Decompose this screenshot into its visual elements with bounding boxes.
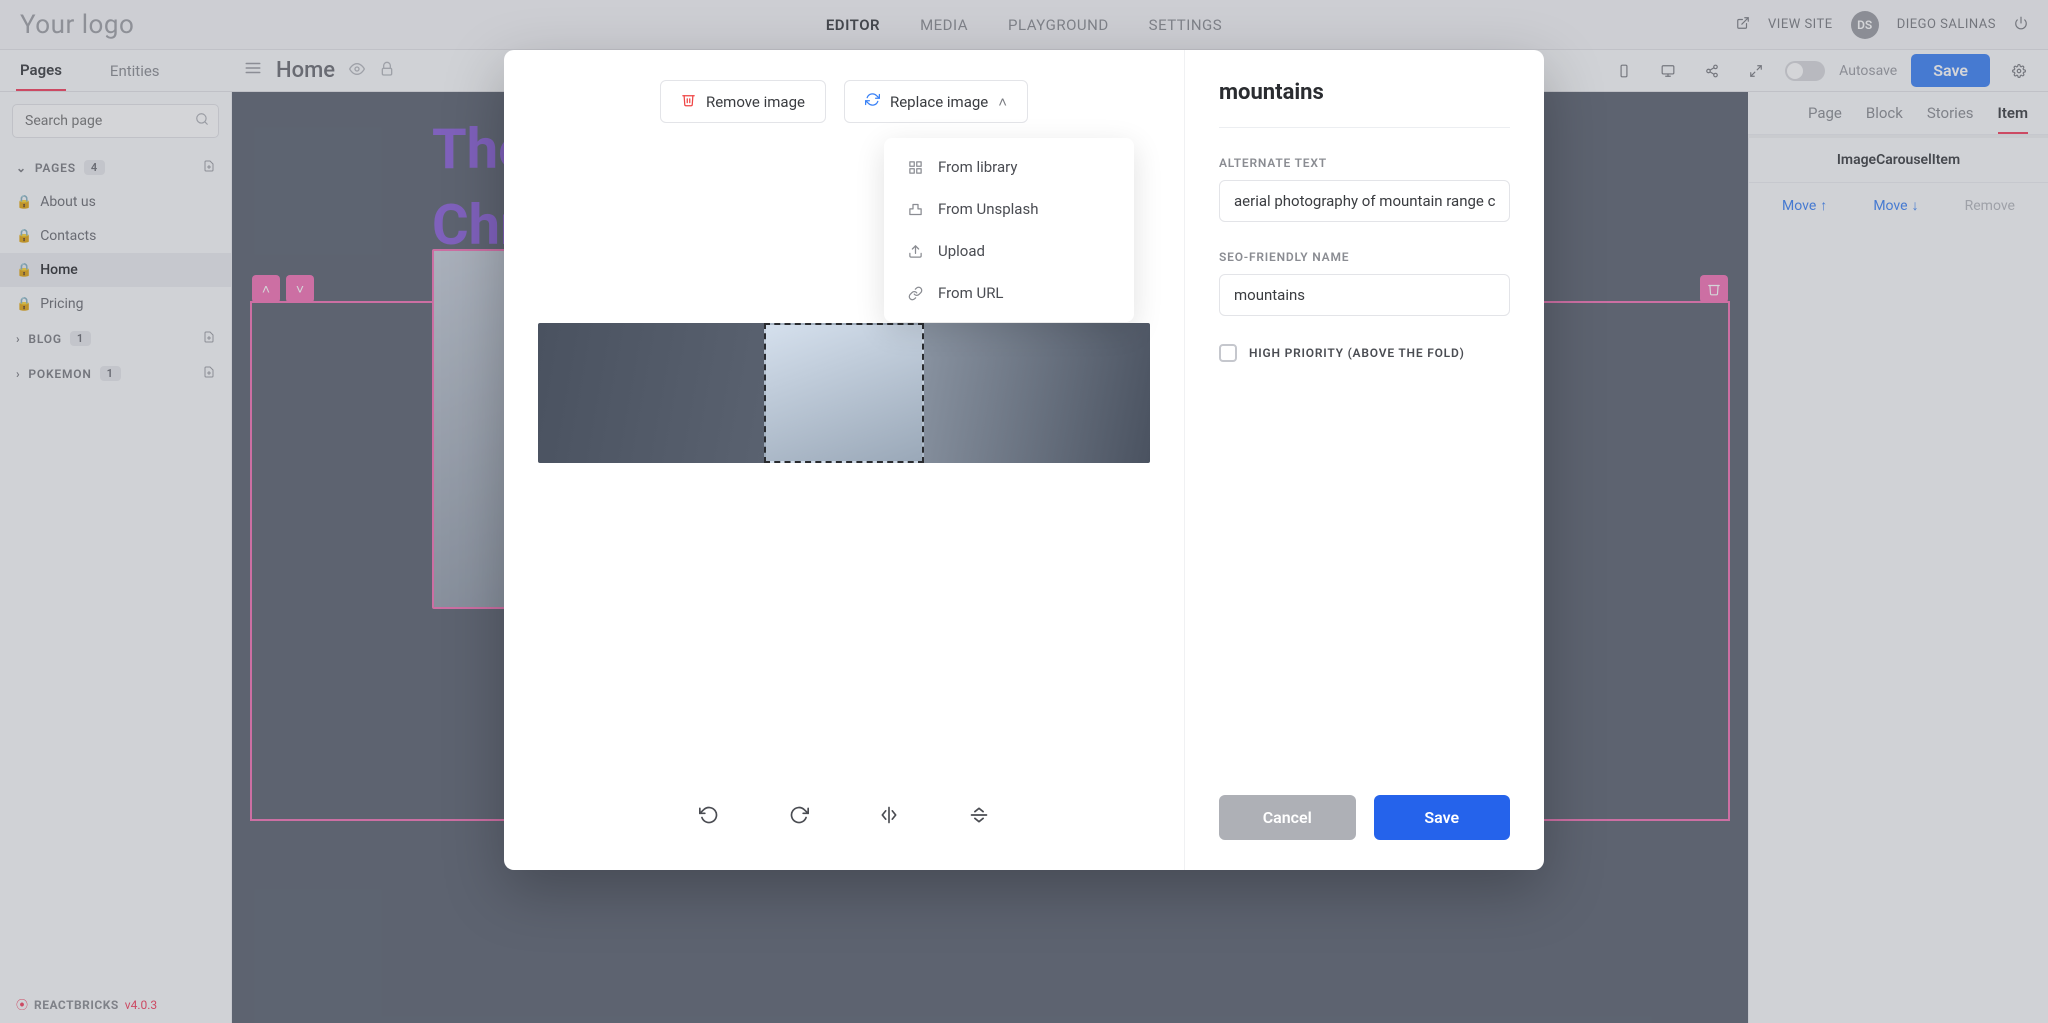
- seo-name-label: SEO-FRIENDLY NAME: [1219, 250, 1510, 264]
- remove-image-button[interactable]: Remove image: [660, 80, 826, 123]
- modal-footer: Cancel Save: [1219, 795, 1510, 840]
- image-edit-modal: Remove image Replace image ˄ From librar…: [504, 50, 1544, 870]
- dropdown-label: From library: [938, 158, 1017, 176]
- link-icon: [906, 284, 924, 302]
- replace-image-button[interactable]: Replace image ˄: [844, 80, 1028, 123]
- priority-checkbox-row[interactable]: HIGH PRIORITY (ABOVE THE FOLD): [1219, 344, 1510, 362]
- image-action-buttons: Remove image Replace image ˄: [538, 80, 1150, 123]
- unsplash-icon: [906, 200, 924, 218]
- alt-text-label: ALTERNATE TEXT: [1219, 156, 1510, 170]
- image-title: mountains: [1219, 80, 1510, 128]
- cancel-button[interactable]: Cancel: [1219, 795, 1356, 840]
- dropdown-upload[interactable]: Upload: [884, 230, 1134, 272]
- image-tools: [538, 795, 1150, 840]
- button-label: Replace image: [890, 93, 988, 111]
- modal-save-button[interactable]: Save: [1374, 795, 1511, 840]
- undo-icon[interactable]: [699, 805, 719, 830]
- dropdown-label: From Unsplash: [938, 200, 1038, 218]
- flip-horizontal-icon[interactable]: [879, 805, 899, 830]
- dropdown-from-url[interactable]: From URL: [884, 272, 1134, 314]
- flip-vertical-icon[interactable]: [969, 805, 989, 830]
- priority-label: HIGH PRIORITY (ABOVE THE FOLD): [1249, 346, 1465, 360]
- alt-text-input[interactable]: [1219, 180, 1510, 222]
- redo-icon[interactable]: [789, 805, 809, 830]
- modal-right-panel: mountains ALTERNATE TEXT SEO-FRIENDLY NA…: [1184, 50, 1544, 870]
- modal-left-panel: Remove image Replace image ˄ From librar…: [504, 50, 1184, 870]
- dropdown-from-unsplash[interactable]: From Unsplash: [884, 188, 1134, 230]
- dropdown-label: Upload: [938, 242, 985, 260]
- upload-icon: [906, 242, 924, 260]
- checkbox[interactable]: [1219, 344, 1237, 362]
- trash-icon: [681, 92, 696, 111]
- dropdown-from-library[interactable]: From library: [884, 146, 1134, 188]
- seo-name-input[interactable]: [1219, 274, 1510, 316]
- image-preview[interactable]: [538, 323, 1150, 463]
- refresh-icon: [865, 92, 880, 111]
- chevron-up-icon: ˄: [998, 93, 1007, 111]
- button-label: Remove image: [706, 93, 805, 111]
- grid-icon: [906, 158, 924, 176]
- crop-selection[interactable]: [764, 323, 923, 463]
- replace-dropdown: From library From Unsplash Upload From U…: [884, 138, 1134, 322]
- dropdown-label: From URL: [938, 284, 1004, 302]
